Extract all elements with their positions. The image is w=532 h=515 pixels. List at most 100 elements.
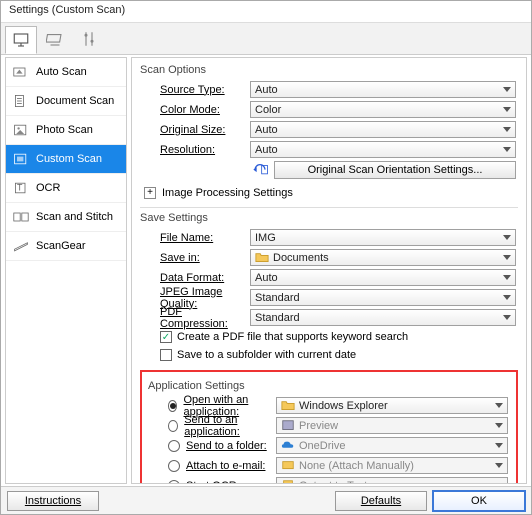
row-color-mode: Color Mode: Color <box>140 100 518 119</box>
row-original-size: Original Size: Auto <box>140 120 518 139</box>
instructions-button[interactable]: Instructions <box>7 491 99 511</box>
folder-icon <box>255 252 269 264</box>
radio-icon <box>168 480 180 485</box>
pdf-compression-label: PDF Compression: <box>140 306 250 330</box>
footer: Instructions Defaults OK <box>1 486 531 514</box>
sidebar-item-scangear[interactable]: ScanGear <box>6 232 126 261</box>
svg-text:T: T <box>17 182 23 192</box>
rotate-icon <box>250 163 270 177</box>
monitor-icon <box>12 31 30 49</box>
explorer-icon <box>281 400 295 412</box>
stitch-icon <box>12 209 30 225</box>
email-option[interactable]: Attach to e-mail: <box>148 460 276 472</box>
tools-icon <box>80 30 98 48</box>
row-resolution: Resolution: Auto <box>140 140 518 159</box>
tab-scan-from-computer[interactable] <box>5 26 37 54</box>
sidebar-item-auto-scan[interactable]: Auto Scan <box>6 58 126 87</box>
radio-icon <box>168 420 178 432</box>
row-email: Attach to e-mail: None (Attach Manually) <box>148 456 510 475</box>
send-app-option[interactable]: Send to an application: <box>148 414 276 438</box>
ocr-select[interactable]: Output to Text <box>276 477 508 484</box>
window-title: Settings (Custom Scan) <box>1 1 531 23</box>
orientation-settings-button[interactable]: Original Scan Orientation Settings... <box>274 161 516 179</box>
sidebar-item-label: Photo Scan <box>36 124 93 136</box>
color-mode-label: Color Mode: <box>140 104 250 116</box>
row-open-with: Open with an application: Windows Explor… <box>148 396 510 415</box>
send-folder-option[interactable]: Send to a folder: <box>148 440 276 452</box>
send-app-select[interactable]: Preview <box>276 417 508 434</box>
sidebar-item-label: Document Scan <box>36 95 114 107</box>
content-panel[interactable]: Scan Options Source Type: Auto Color Mod… <box>131 57 527 484</box>
jpeg-quality-select[interactable]: Standard <box>250 289 516 306</box>
text-icon <box>281 480 295 485</box>
sidebar-item-label: Custom Scan <box>36 153 102 165</box>
plus-icon: + <box>144 187 156 199</box>
source-type-select[interactable]: Auto <box>250 81 516 98</box>
sidebar-item-scan-stitch[interactable]: Scan and Stitch <box>6 203 126 232</box>
sidebar-item-label: Scan and Stitch <box>36 211 113 223</box>
resolution-select[interactable]: Auto <box>250 141 516 158</box>
sidebar-item-label: Auto Scan <box>36 66 87 78</box>
save-in-label: Save in: <box>140 252 250 264</box>
scanner-icon <box>46 30 64 48</box>
row-orientation: Original Scan Orientation Settings... <box>140 160 518 179</box>
row-save-in: Save in: Documents <box>140 248 518 267</box>
row-send-app: Send to an application: Preview <box>148 416 510 435</box>
row-subfolder[interactable]: Save to a subfolder with current date <box>140 346 518 364</box>
ok-button[interactable]: OK <box>433 491 525 511</box>
radio-icon <box>168 460 180 472</box>
subfolder-label: Save to a subfolder with current date <box>177 349 356 361</box>
radio-checked-icon <box>168 400 177 412</box>
open-with-select[interactable]: Windows Explorer <box>276 397 508 414</box>
photo-icon <box>12 122 30 138</box>
source-type-label: Source Type: <box>140 84 250 96</box>
row-source-type: Source Type: Auto <box>140 80 518 99</box>
data-format-label: Data Format: <box>140 272 250 284</box>
row-send-folder: Send to a folder: OneDrive <box>148 436 510 455</box>
tab-scan-from-panel[interactable] <box>39 25 71 53</box>
row-pdf-compression: PDF Compression: Standard <box>140 308 518 327</box>
sidebar: Auto Scan Document Scan Photo Scan Custo… <box>5 57 127 484</box>
defaults-button[interactable]: Defaults <box>335 491 427 511</box>
preview-icon <box>281 420 295 432</box>
pdf-compression-select[interactable]: Standard <box>250 309 516 326</box>
resolution-label: Resolution: <box>140 144 250 156</box>
row-jpeg-quality: JPEG Image Quality: Standard <box>140 288 518 307</box>
toolbar <box>1 23 531 55</box>
scangear-icon <box>12 238 30 254</box>
save-settings-title: Save Settings <box>140 212 518 224</box>
auto-icon <box>12 64 30 80</box>
row-data-format: Data Format: Auto <box>140 268 518 287</box>
ocr-icon: T <box>12 180 30 196</box>
image-processing-label: Image Processing Settings <box>162 187 293 199</box>
sidebar-item-custom-scan[interactable]: Custom Scan <box>6 145 126 174</box>
file-name-label: File Name: <box>140 232 250 244</box>
email-select[interactable]: None (Attach Manually) <box>276 457 508 474</box>
application-settings-title: Application Settings <box>148 380 510 392</box>
ocr-option[interactable]: Start OCR: <box>148 480 276 485</box>
image-processing-expand[interactable]: + Image Processing Settings <box>140 183 518 203</box>
file-name-select[interactable]: IMG <box>250 229 516 246</box>
checkbox-checked-icon: ✓ <box>160 331 172 343</box>
row-keyword-pdf[interactable]: ✓ Create a PDF file that supports keywor… <box>140 328 518 346</box>
radio-icon <box>168 440 180 452</box>
tab-general-settings[interactable] <box>73 25 105 53</box>
color-mode-select[interactable]: Color <box>250 101 516 118</box>
data-format-select[interactable]: Auto <box>250 269 516 286</box>
sidebar-item-label: ScanGear <box>36 240 86 252</box>
original-size-label: Original Size: <box>140 124 250 136</box>
send-folder-select[interactable]: OneDrive <box>276 437 508 454</box>
checkbox-unchecked-icon <box>160 349 172 361</box>
sidebar-item-photo-scan[interactable]: Photo Scan <box>6 116 126 145</box>
custom-icon <box>12 151 30 167</box>
document-icon <box>12 93 30 109</box>
main-area: Auto Scan Document Scan Photo Scan Custo… <box>1 55 531 486</box>
scan-options-title: Scan Options <box>140 64 518 76</box>
sidebar-item-ocr[interactable]: T OCR <box>6 174 126 203</box>
save-in-select[interactable]: Documents <box>250 249 516 266</box>
separator <box>140 207 518 208</box>
mail-icon <box>281 460 295 472</box>
sidebar-item-label: OCR <box>36 182 60 194</box>
original-size-select[interactable]: Auto <box>250 121 516 138</box>
sidebar-item-document-scan[interactable]: Document Scan <box>6 87 126 116</box>
